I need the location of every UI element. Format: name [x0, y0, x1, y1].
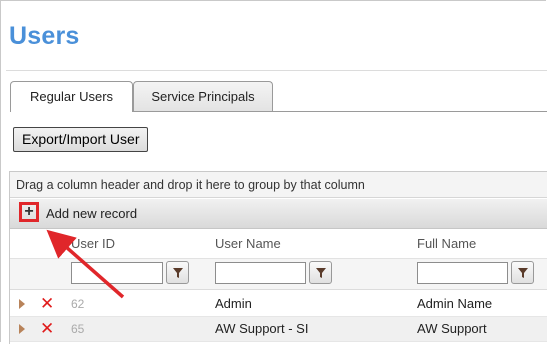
- user-name-filter-button[interactable]: [309, 261, 332, 284]
- tab-regular-users[interactable]: Regular Users: [10, 81, 133, 112]
- table-row: ✕ 62 Admin Admin Name: [10, 292, 547, 317]
- user-name-filter-input[interactable]: [215, 262, 306, 284]
- user-id-filter-input[interactable]: [71, 262, 163, 284]
- column-header-user-id[interactable]: User ID: [71, 229, 115, 258]
- add-new-record-button[interactable]: Add new record: [46, 199, 137, 228]
- filter-icon: [316, 268, 326, 278]
- grid-filter-row: [10, 259, 547, 290]
- expand-row-icon[interactable]: [19, 324, 25, 334]
- column-header-user-name[interactable]: User Name: [215, 229, 281, 258]
- delete-row-icon[interactable]: ✕: [40, 319, 54, 339]
- page-title: Users: [9, 22, 80, 50]
- filter-icon: [173, 268, 183, 278]
- table-row: ✕ 65 AW Support - SI AW Support: [10, 317, 547, 342]
- user-id-cell: 65: [71, 322, 85, 336]
- tab-service-principals[interactable]: Service Principals: [133, 81, 273, 111]
- group-by-panel[interactable]: Drag a column header and drop it here to…: [10, 172, 547, 198]
- full-name-cell: Admin Name: [417, 296, 493, 311]
- user-id-filter-button[interactable]: [166, 261, 189, 284]
- title-divider: [6, 70, 547, 71]
- users-grid: Drag a column header and drop it here to…: [9, 171, 547, 344]
- user-id-cell: 62: [71, 297, 85, 311]
- full-name-filter-button[interactable]: [511, 261, 534, 284]
- grid-toolbar: + Add new record: [10, 199, 547, 229]
- full-name-cell: AW Support: [417, 321, 487, 336]
- filter-icon: [518, 268, 528, 278]
- delete-row-icon[interactable]: ✕: [40, 294, 54, 314]
- plus-icon[interactable]: +: [19, 202, 39, 222]
- column-header-full-name[interactable]: Full Name: [417, 229, 476, 258]
- export-import-user-button[interactable]: Export/Import User: [13, 127, 149, 152]
- grid-header-row: User ID User Name Full Name: [10, 229, 547, 259]
- expand-row-icon[interactable]: [19, 299, 25, 309]
- full-name-filter-input[interactable]: [417, 262, 508, 284]
- user-name-cell: Admin: [215, 296, 252, 311]
- user-name-cell: AW Support - SI: [215, 321, 309, 336]
